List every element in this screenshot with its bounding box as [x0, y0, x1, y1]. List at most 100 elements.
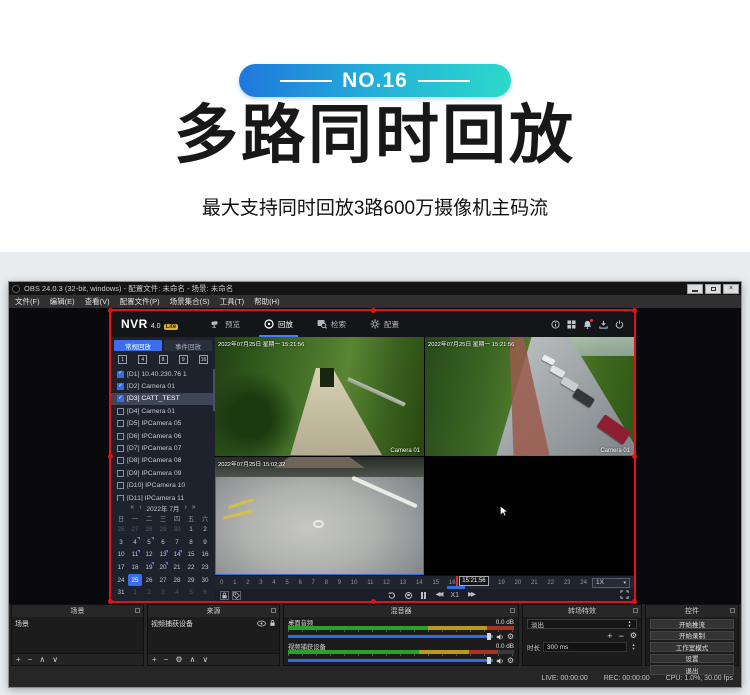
camera-checkbox[interactable]: [117, 445, 124, 452]
camera-list-item[interactable]: [D11] IPCamera 11: [111, 492, 215, 502]
prev-year-button[interactable]: «: [130, 504, 134, 511]
calendar-day[interactable]: 1: [184, 523, 198, 536]
stop-button[interactable]: [405, 592, 412, 599]
control-button[interactable]: 设置: [650, 654, 734, 664]
volume-slider[interactable]: [288, 659, 493, 662]
menu-item[interactable]: 查看(V): [85, 296, 110, 307]
duration-input[interactable]: 300 ms: [543, 642, 627, 652]
camera-checkbox[interactable]: [117, 420, 124, 427]
layout-16-button[interactable]: 16: [199, 355, 208, 364]
control-button[interactable]: 退出: [650, 665, 734, 675]
tab-normal-playback[interactable]: 常规回放: [114, 340, 162, 351]
menu-item[interactable]: 文件(F): [15, 296, 40, 307]
sources-toolbar-button[interactable]: ∧: [190, 656, 196, 664]
calendar-day[interactable]: 26: [114, 523, 128, 536]
calendar-day[interactable]: 5: [184, 586, 198, 599]
video-tile-1[interactable]: 2022年07月25日 星期一 15:21:56 Camera 01: [215, 337, 424, 456]
pause-button[interactable]: [421, 592, 427, 599]
calendar-day[interactable]: 30: [170, 523, 184, 536]
camera-checkbox[interactable]: [117, 482, 124, 489]
sources-dock-header[interactable]: 来源: [148, 605, 279, 617]
obs-preview-area[interactable]: NVR 4.0 Lite 预览: [9, 308, 741, 604]
volume-slider[interactable]: [288, 635, 493, 638]
remove-transition-button[interactable]: −: [619, 631, 624, 641]
dock-float-icon[interactable]: [730, 608, 735, 613]
video-tile-3[interactable]: 2022年07月25日 15:02:32: [215, 457, 424, 576]
calendar-day[interactable]: 22: [184, 561, 198, 574]
scenes-toolbar-button[interactable]: ∨: [52, 656, 58, 664]
download-icon[interactable]: [599, 320, 608, 329]
alarm-bell-icon[interactable]: [583, 320, 592, 329]
calendar-day[interactable]: 25: [128, 574, 142, 587]
dock-float-icon[interactable]: [510, 608, 515, 613]
source-list-item[interactable]: 视频捕获设备: [148, 617, 279, 631]
lock-icon[interactable]: [269, 619, 276, 629]
sources-toolbar-button[interactable]: +: [152, 656, 157, 664]
menu-item[interactable]: 场景集合(S): [170, 296, 210, 307]
restore-button[interactable]: [705, 284, 721, 294]
scenes-toolbar-button[interactable]: −: [28, 656, 33, 664]
layout-4-button[interactable]: 4: [138, 355, 147, 364]
scenes-toolbar-button[interactable]: +: [16, 656, 21, 664]
calendar-day[interactable]: 13: [156, 549, 170, 562]
speed-select[interactable]: 1X ▾: [592, 578, 630, 588]
calendar-day[interactable]: 19: [142, 561, 156, 574]
controls-dock-header[interactable]: 控件: [646, 605, 738, 617]
add-transition-button[interactable]: +: [607, 631, 612, 641]
calendar-day[interactable]: 18: [128, 561, 142, 574]
camera-checkbox[interactable]: [117, 470, 124, 477]
slow-down-button[interactable]: ◀◀: [435, 592, 441, 599]
calendar-day[interactable]: 30: [198, 574, 212, 587]
calendar-day[interactable]: 20: [156, 561, 170, 574]
calendar-day[interactable]: 29: [156, 523, 170, 536]
mixer-dock-header[interactable]: 混音器: [284, 605, 518, 617]
calendar-day[interactable]: 6: [198, 586, 212, 599]
nav-search[interactable]: 检索: [317, 311, 346, 337]
tab-event-playback[interactable]: 事件回放: [164, 340, 212, 351]
channel-gear-icon[interactable]: ⚙: [507, 657, 514, 665]
calendar-day[interactable]: 11: [128, 549, 142, 562]
calendar-day[interactable]: 2: [198, 523, 212, 536]
camera-list-item[interactable]: ✓[D1] 10.40.230.76 1: [111, 368, 215, 380]
camera-checkbox[interactable]: [117, 457, 124, 464]
calendar-day[interactable]: 6: [156, 536, 170, 549]
calendar-day[interactable]: 27: [156, 574, 170, 587]
next-month-button[interactable]: ›: [184, 504, 186, 511]
next-year-button[interactable]: »: [192, 504, 196, 511]
camera-list-item[interactable]: [D7] IPCamera 07: [111, 442, 215, 454]
camera-list-item[interactable]: ✓[D2] Camera 01: [111, 380, 215, 392]
prev-month-button[interactable]: ‹: [139, 504, 141, 511]
visibility-eye-icon[interactable]: [257, 620, 266, 629]
menu-item[interactable]: 工具(T): [220, 296, 245, 307]
scenes-dock-header[interactable]: 场景: [12, 605, 143, 617]
layout-grid-icon[interactable]: [567, 320, 576, 329]
sources-toolbar-button[interactable]: ∨: [202, 656, 208, 664]
camera-list-item[interactable]: [D10] IPCamera 10: [111, 480, 215, 492]
calendar-day[interactable]: 5: [142, 536, 156, 549]
camera-list-item[interactable]: [D6] IPCamera 06: [111, 430, 215, 442]
calendar-day[interactable]: 27: [128, 523, 142, 536]
sources-toolbar-button[interactable]: −: [164, 656, 169, 664]
menu-item[interactable]: 帮助(H): [254, 296, 279, 307]
lock-clip-button[interactable]: [220, 591, 229, 600]
calendar-day[interactable]: 14: [170, 549, 184, 562]
minimize-button[interactable]: [687, 284, 703, 294]
calendar-day[interactable]: 2: [142, 586, 156, 599]
calendar-day[interactable]: 9: [198, 536, 212, 549]
calendar-day[interactable]: 23: [198, 561, 212, 574]
calendar-day[interactable]: 16: [198, 549, 212, 562]
camera-checkbox[interactable]: [117, 495, 124, 502]
camera-checkbox[interactable]: [117, 408, 124, 415]
timeline-ticks[interactable]: 15:21:56 0123456789101112131415161718192…: [215, 576, 592, 589]
obs-title-bar[interactable]: OBS 24.0.3 (32-bit, windows) - 配置文件: 未命名…: [9, 282, 741, 295]
transition-gear-icon[interactable]: ⚙: [630, 631, 637, 640]
layout-9-button[interactable]: 9: [179, 355, 188, 364]
transition-select[interactable]: 淡出 ▴▾: [527, 619, 637, 629]
dock-float-icon[interactable]: [135, 608, 140, 613]
control-button[interactable]: 开始录制: [650, 631, 734, 641]
control-button[interactable]: 工作室模式: [650, 642, 734, 652]
calendar-day[interactable]: 28: [170, 574, 184, 587]
calendar-day[interactable]: 8: [184, 536, 198, 549]
camera-list-item[interactable]: [D4] Camera 01: [111, 405, 215, 417]
menu-item[interactable]: 配置文件(P): [120, 296, 160, 307]
